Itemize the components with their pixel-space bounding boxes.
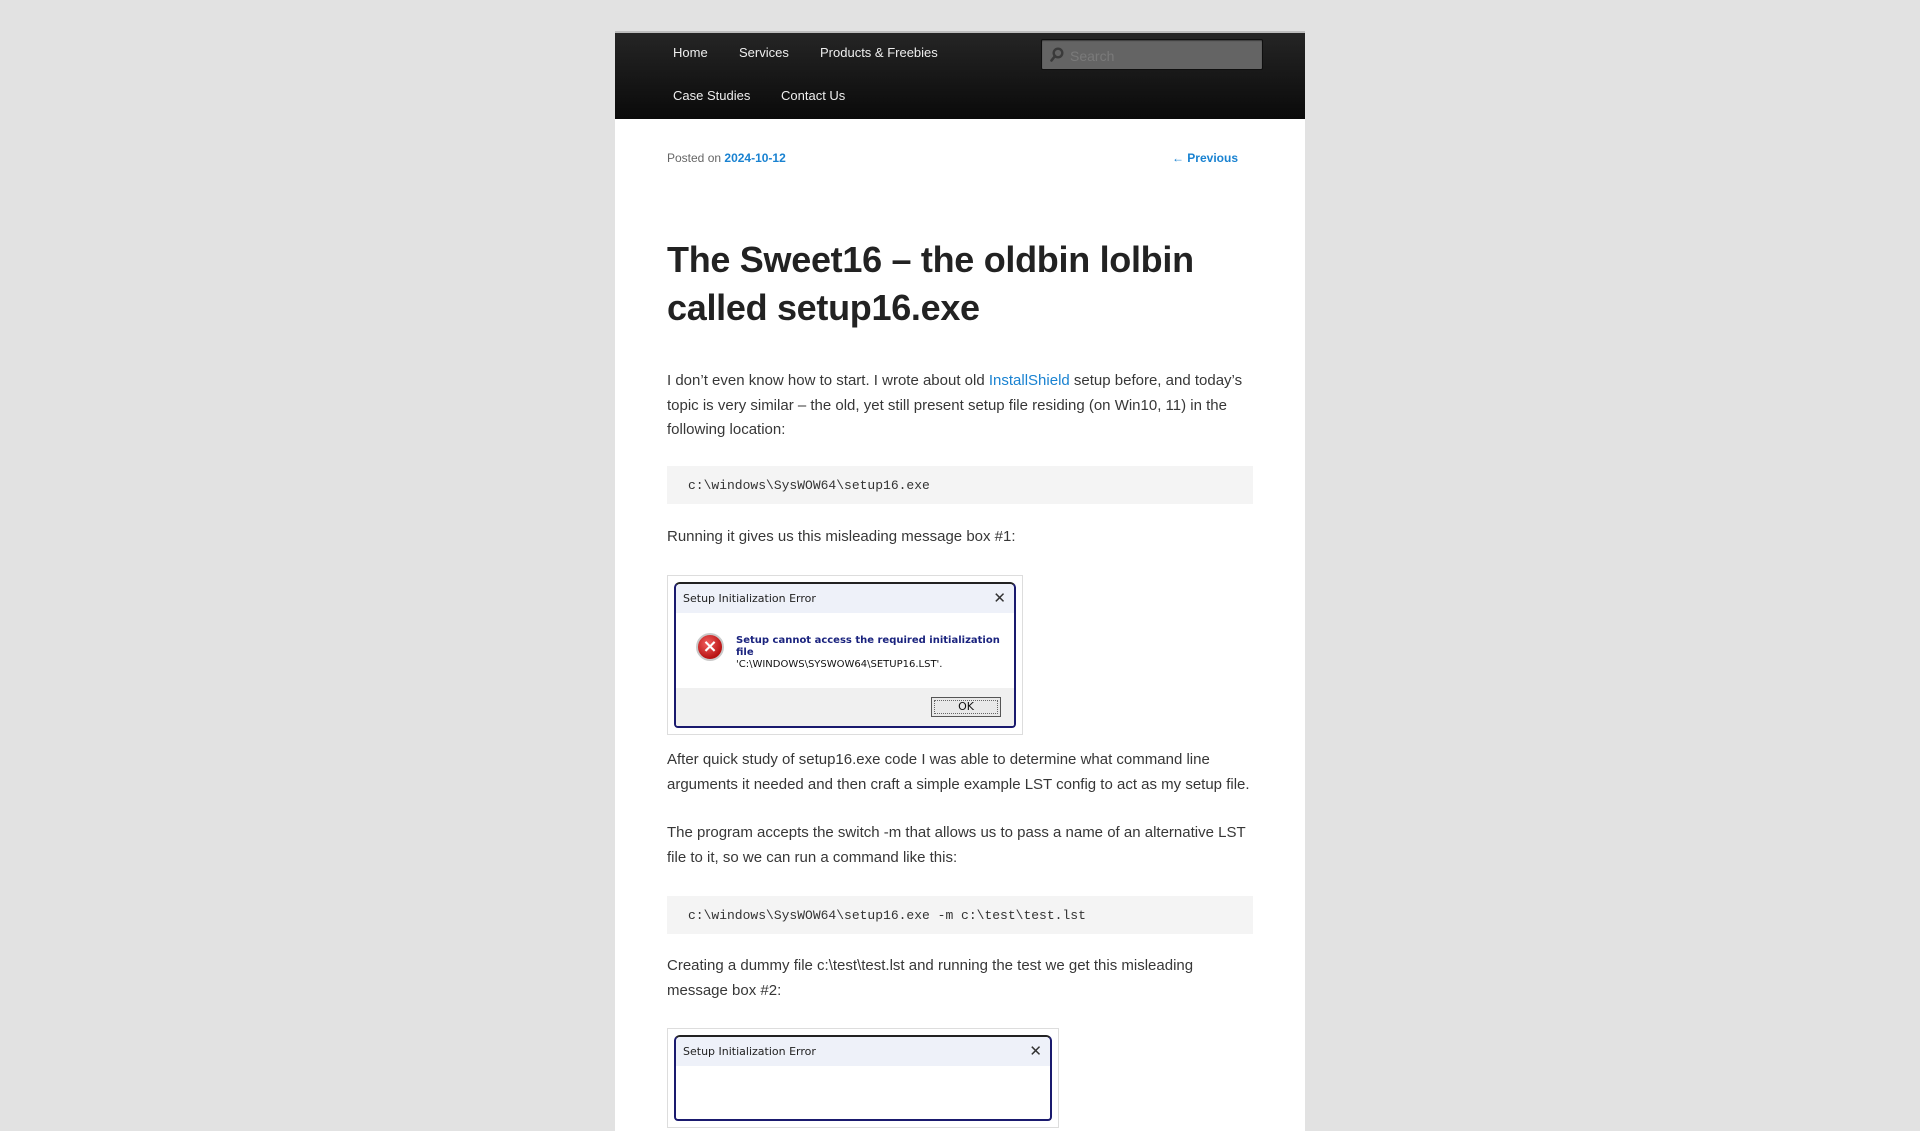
dialog-title: Setup Initialization Error [683, 592, 816, 605]
search-input[interactable] [1068, 44, 1258, 67]
close-icon: ✕ [993, 589, 1006, 607]
dialog-titlebar: Setup Initialization Error ✕ [676, 1037, 1050, 1066]
paragraph-intro: I don’t even know how to start. I wrote … [667, 369, 1257, 443]
page-container: Home Services Products & Freebies Case S… [615, 31, 1305, 1131]
posted-on-label: Posted on [667, 151, 722, 165]
code-block-1: c:\windows\SysWOW64\setup16.exe [667, 466, 1253, 504]
paragraph-dummy-file: Creating a dummy file c:\test\test.lst a… [667, 957, 1194, 999]
post-title: The Sweet16 – the oldbin lolbin called s… [667, 239, 1194, 328]
dialog-footer: OK [676, 688, 1014, 726]
paragraph-study: After quick study of setup16.exe code I … [667, 751, 1250, 793]
screenshot-message-box-1: Setup Initialization Error ✕ × Setup can… [667, 575, 1023, 735]
previous-post-link[interactable]: ← Previous [1172, 151, 1238, 165]
nav-item-contact-us[interactable]: Contact Us [781, 88, 845, 104]
post-date-link[interactable]: 2024-10-12 [724, 151, 785, 165]
search-icon [1050, 47, 1064, 67]
paragraph-running: Running it gives us this misleading mess… [667, 528, 1016, 545]
error-dialog-1: Setup Initialization Error ✕ × Setup can… [674, 582, 1016, 728]
nav-item-case-studies[interactable]: Case Studies [673, 88, 750, 104]
nav-item-products-freebies[interactable]: Products & Freebies [820, 45, 938, 61]
post-meta: Posted on 2024-10-12 [667, 151, 786, 165]
dialog-title: Setup Initialization Error [683, 1045, 816, 1058]
screenshot-message-box-2: Setup Initialization Error ✕ [667, 1028, 1059, 1128]
close-icon: ✕ [1029, 1042, 1042, 1060]
dialog-body: × Setup cannot access the required initi… [676, 613, 1014, 683]
code-block-2: c:\windows\SysWOW64\setup16.exe -m c:\te… [667, 896, 1253, 934]
dialog-titlebar: Setup Initialization Error ✕ [676, 584, 1014, 613]
ok-button: OK [931, 697, 1001, 717]
nav-item-home[interactable]: Home [673, 45, 708, 61]
paragraph-switch: The program accepts the switch -m that a… [667, 824, 1246, 866]
error-dialog-2: Setup Initialization Error ✕ [674, 1035, 1052, 1121]
error-icon: × [696, 633, 724, 661]
paragraph-text: I don’t even know how to start. I wrote … [667, 372, 989, 389]
nav-item-services[interactable]: Services [739, 45, 789, 61]
top-navigation: Home Services Products & Freebies Case S… [615, 31, 1305, 119]
installshield-link[interactable]: InstallShield [989, 372, 1070, 389]
dialog-message: Setup cannot access the required initial… [736, 635, 1014, 671]
search-box[interactable] [1041, 39, 1263, 70]
dialog-message-line2: 'C:\WINDOWS\SYSWOW64\SETUP16.LST'. [736, 659, 943, 670]
dialog-message-line1: Setup cannot access the required initial… [736, 635, 1000, 658]
